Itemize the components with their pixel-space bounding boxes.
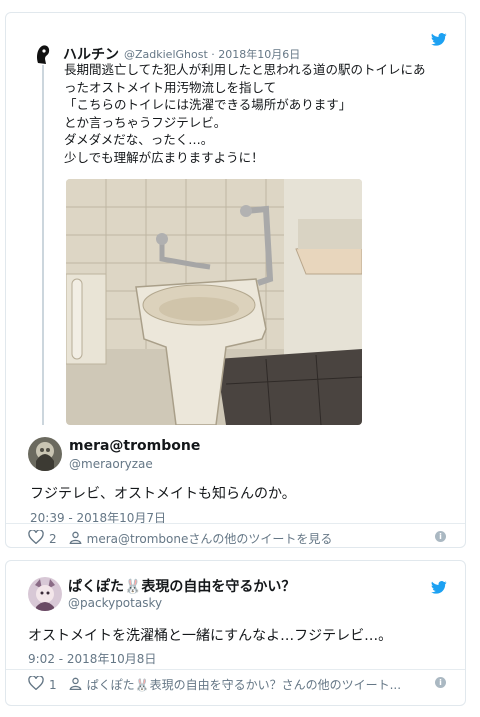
profile-icon: [69, 531, 82, 547]
twitter-bird-icon[interactable]: [431, 581, 447, 594]
tweet-card-1[interactable]: ハルチン @ZadkielGhost · 2018年10月6日 長期間逃亡してた…: [5, 12, 466, 548]
tweet-author-handle[interactable]: @meraoryzae: [69, 457, 153, 471]
quoted-tweet-photo[interactable]: [66, 179, 362, 425]
view-more-tweets-link[interactable]: ぱくぽた🐰表現の自由を守るかい？さんの他のツイート...: [87, 676, 401, 693]
tweet-actions: 2 mera@tromboneさんの他のツイートを見る: [28, 529, 333, 547]
profile-icon: [69, 677, 82, 693]
tweet-card-2[interactable]: ぱくぽた🐰表現の自由を守るかい？ @packypotasky オストメイトを洗濯…: [5, 560, 466, 706]
heart-icon[interactable]: [28, 529, 44, 547]
like-count[interactable]: 1: [49, 678, 57, 692]
tweet-text: フジテレビ、オストメイトも知らんのか。: [30, 486, 296, 502]
reply-author-avatar[interactable]: [28, 437, 62, 471]
like-count[interactable]: 2: [49, 532, 57, 546]
quoted-tweet-text: 長期間逃亡してた犯人が利用したと思われる道の駅のトイレにあ ったオストメイト用汚…: [64, 61, 454, 167]
heart-icon[interactable]: [28, 675, 44, 693]
quoted-avatar[interactable]: [34, 43, 52, 65]
quoted-text-line: 少しでも理解が広まりますように！: [64, 149, 264, 165]
tweet-timestamp[interactable]: 9:02 - 2018年10月8日: [28, 650, 156, 667]
info-icon[interactable]: i: [435, 531, 446, 542]
tweet-author-avatar[interactable]: [28, 577, 62, 611]
quoted-text-line: ダメダメだな、ったく…。: [64, 132, 214, 148]
tweet-author-name[interactable]: mera@trombone: [69, 438, 200, 454]
thread-line: [42, 65, 44, 425]
quoted-text-line: ったオストメイト用汚物流しを指して: [64, 79, 277, 95]
tweet-divider: [6, 523, 465, 524]
tweet-text: オストメイトを洗濯桶と一緒にすんなよ…フジテレビ…。: [28, 628, 393, 644]
tweet-author-handle[interactable]: @packypotasky: [68, 596, 162, 610]
tweet-author-name[interactable]: ぱくぽた🐰表現の自由を守るかい？: [68, 576, 295, 596]
tweet-divider: [6, 669, 465, 670]
quoted-text-line: 「こちらのトイレには洗濯できる場所があります」: [64, 97, 352, 113]
info-icon[interactable]: i: [435, 677, 446, 688]
tweet-actions: 1 ぱくぽた🐰表現の自由を守るかい？さんの他のツイート...: [28, 675, 401, 693]
view-more-tweets-link[interactable]: mera@tromboneさんの他のツイートを見る: [87, 530, 333, 547]
quoted-text-line: とか言っちゃうフジテレビ。: [64, 114, 227, 130]
quoted-author-handle-date[interactable]: @ZadkielGhost · 2018年10月6日: [124, 46, 300, 62]
twitter-bird-icon[interactable]: [431, 33, 447, 46]
quoted-text-line: 長期間逃亡してた犯人が利用したと思われる道の駅のトイレにあ: [64, 62, 426, 77]
